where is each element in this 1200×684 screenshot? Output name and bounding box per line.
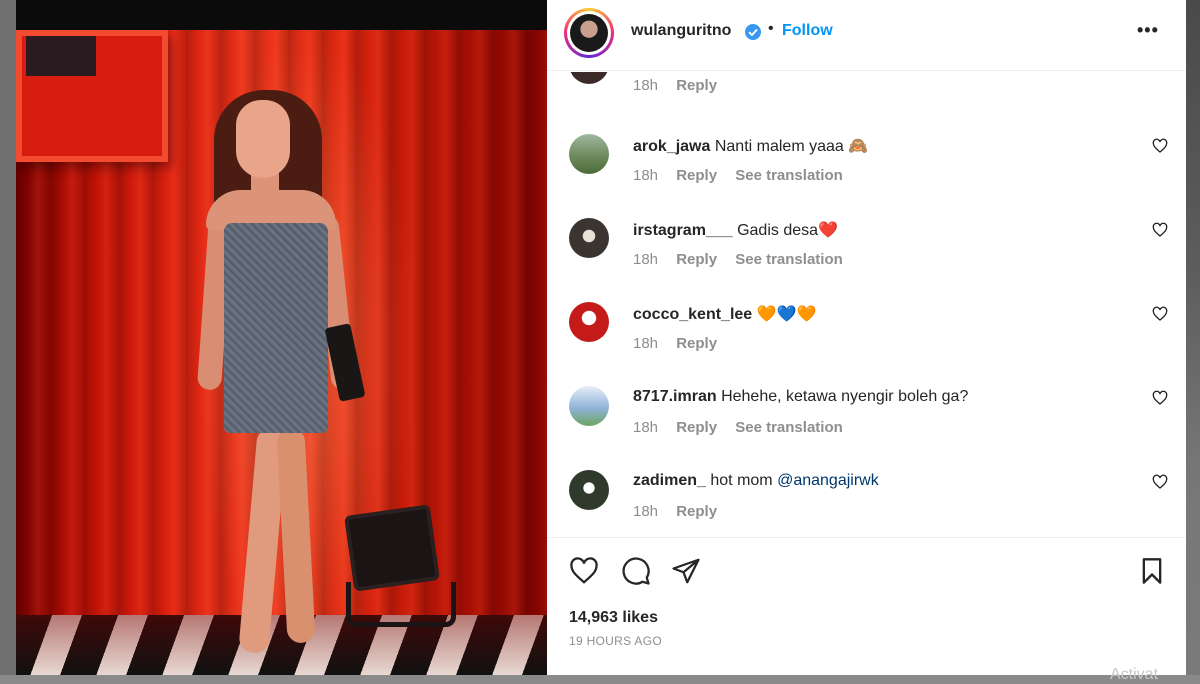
figure-dress <box>224 223 328 433</box>
comment-meta: 18h Reply <box>633 335 731 352</box>
author-avatar[interactable] <box>564 8 614 58</box>
heart-icon[interactable] <box>1152 138 1168 154</box>
comment-time: 18h <box>633 167 659 184</box>
comment-icon[interactable] <box>621 556 651 586</box>
post-photo[interactable] <box>16 30 547 675</box>
comment-meta: 18h Reply See translation <box>633 167 857 184</box>
reply-button[interactable]: Reply <box>676 167 717 184</box>
comment-avatar[interactable] <box>569 470 609 510</box>
verified-icon <box>745 24 761 40</box>
avatar-ring-gap <box>567 11 611 55</box>
comment-mention[interactable]: @anangajirwk <box>777 472 879 489</box>
comment-text-line: cocco_kent_lee 🧡💙🧡 <box>633 304 816 324</box>
more-icon[interactable]: ••• <box>1137 20 1159 41</box>
lamp-stand <box>346 582 456 627</box>
comment-time: 18h <box>633 335 659 352</box>
comment-text-line: 8717.imran Hehehe, ketawa nyengir boleh … <box>633 388 968 406</box>
post-panel: wulanguritno • Follow ••• 18h Reply arok… <box>547 0 1186 683</box>
stage-lamp <box>344 504 440 592</box>
reply-button[interactable]: Reply <box>676 335 717 352</box>
comment-meta: 18h Reply <box>633 503 731 520</box>
backdrop-right <box>1186 0 1200 675</box>
comment-avatar[interactable] <box>569 302 609 342</box>
likes-count[interactable]: 14,963 likes <box>569 609 658 627</box>
comment-item: irstagram___ Gadis desa❤️ 18h Reply See … <box>547 218 1186 302</box>
comment-time: 18h <box>633 503 659 520</box>
comment-item: arok_jawa Nanti malem yaaa 🙈 18h Reply S… <box>547 134 1186 218</box>
comment-avatar[interactable] <box>569 386 609 426</box>
backdrop-left <box>0 0 16 675</box>
follow-button[interactable]: Follow <box>782 22 833 40</box>
comment-text: Hehehe, ketawa nyengir boleh ga? <box>721 388 969 405</box>
comment-text-line: zadimen_ hot mom @anangajirwk <box>633 472 879 490</box>
comment-avatar[interactable] <box>569 72 609 84</box>
post-header: wulanguritno • Follow ••• <box>547 0 1186 71</box>
floor-shade <box>16 615 547 675</box>
reply-button[interactable]: Reply <box>676 503 717 520</box>
frame-poster <box>26 36 96 76</box>
see-translation-button[interactable]: See translation <box>735 251 843 268</box>
comment-username[interactable]: zadimen_ <box>633 472 706 489</box>
post-timestamp: 19 HOURS AGO <box>569 634 662 648</box>
heart-icon[interactable] <box>1152 390 1168 406</box>
comment-time: 18h <box>633 77 659 94</box>
share-icon[interactable] <box>671 556 701 586</box>
comment-time: 18h <box>633 251 659 268</box>
activate-watermark: Activat <box>1110 666 1159 683</box>
separator-dot: • <box>768 20 774 37</box>
bookmark-icon[interactable] <box>1138 556 1166 586</box>
comment-meta: 18h Reply See translation <box>633 251 857 268</box>
comment-username[interactable]: irstagram___ <box>633 222 733 239</box>
post-actions: 14,963 likes 19 HOURS AGO Activat <box>547 537 1186 683</box>
wall-frame <box>16 30 168 162</box>
comments-list: 18h Reply arok_jawa Nanti malem yaaa 🙈 1… <box>547 72 1186 536</box>
comment-text: 🧡💙🧡 <box>756 306 817 323</box>
comment-avatar[interactable] <box>569 134 609 174</box>
reply-button[interactable]: Reply <box>676 419 717 436</box>
avatar-image <box>570 14 608 52</box>
comment-meta: 18h Reply See translation <box>633 419 857 436</box>
comment-item: 18h Reply <box>547 72 1186 128</box>
heart-icon[interactable] <box>1152 306 1168 322</box>
comment-text: hot mom <box>710 472 773 489</box>
see-translation-button[interactable]: See translation <box>735 419 843 436</box>
reply-button[interactable]: Reply <box>676 251 717 268</box>
heart-icon[interactable] <box>1152 474 1168 490</box>
backdrop-top <box>16 0 547 30</box>
comment-avatar[interactable] <box>569 218 609 258</box>
comment-meta: 18h Reply <box>633 77 731 94</box>
comment-item: 8717.imran Hehehe, ketawa nyengir boleh … <box>547 386 1186 470</box>
like-heart-icon[interactable] <box>569 556 599 586</box>
comment-item: cocco_kent_lee 🧡💙🧡 18h Reply <box>547 302 1186 386</box>
heart-icon[interactable] <box>1152 222 1168 238</box>
figure-face <box>236 100 290 178</box>
comment-username[interactable]: cocco_kent_lee <box>633 306 752 323</box>
comment-time: 18h <box>633 419 659 436</box>
comment-text: Nanti malem yaaa 🙈 <box>714 138 869 155</box>
comment-text: Gadis desa❤️ <box>737 222 838 239</box>
comment-text-line: irstagram___ Gadis desa❤️ <box>633 220 838 240</box>
comment-username[interactable]: arok_jawa <box>633 138 710 155</box>
comment-text-line: arok_jawa Nanti malem yaaa 🙈 <box>633 136 868 156</box>
reply-button[interactable]: Reply <box>676 77 717 94</box>
see-translation-button[interactable]: See translation <box>735 167 843 184</box>
author-username[interactable]: wulanguritno <box>631 22 731 40</box>
comment-item: zadimen_ hot mom @anangajirwk 18h Reply <box>547 470 1186 536</box>
comment-username[interactable]: 8717.imran <box>633 388 717 405</box>
